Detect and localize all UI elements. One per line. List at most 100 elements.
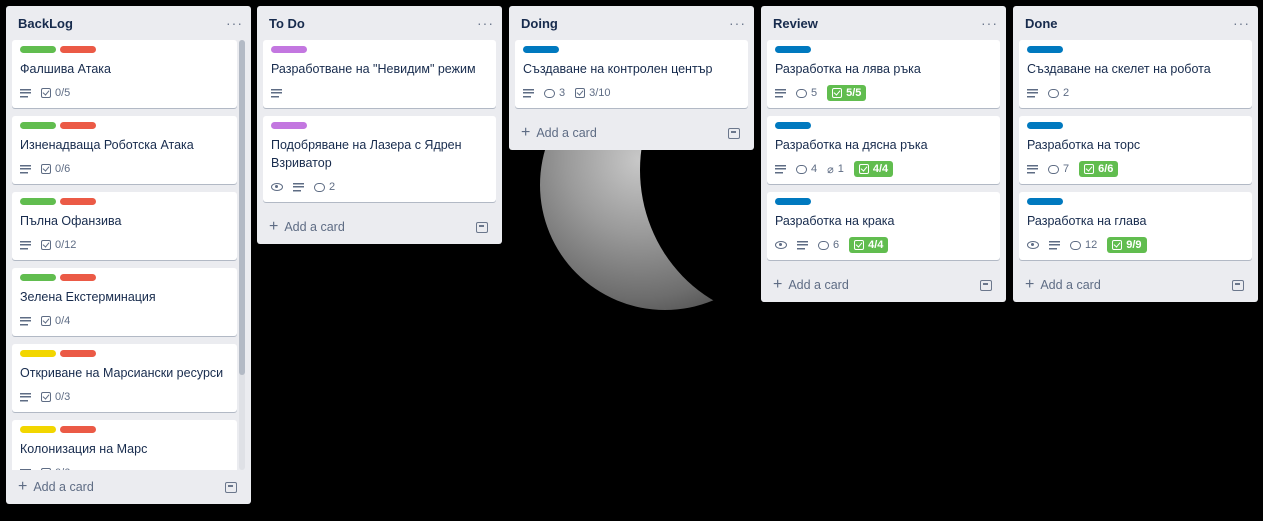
add-card-button[interactable]: + Add a card: [12, 470, 245, 504]
description-icon: [20, 164, 31, 174]
card[interactable]: Разработка на торс 7 6/6: [1019, 116, 1252, 184]
card[interactable]: Разработка на крака 6 4/4: [767, 192, 1000, 260]
checklist-count: 0/6: [55, 163, 71, 175]
card-title: Разработка на лява ръка: [775, 62, 921, 76]
label-yellow[interactable]: [20, 426, 56, 433]
checklist-icon: [832, 88, 843, 98]
card-template-icon[interactable]: [728, 127, 740, 139]
list-title[interactable]: Doing: [521, 16, 558, 31]
card-badges: 4 ⌀ 1 4/4: [775, 158, 992, 180]
checklist-complete-badge: 5/5: [827, 85, 867, 101]
card[interactable]: Откриване на Марсиански ресурси 0/3: [12, 344, 237, 412]
card[interactable]: Изненадваща Роботска Атака 0/6: [12, 116, 237, 184]
label-purple[interactable]: [271, 122, 307, 129]
checklist-badge: 0/3: [41, 391, 70, 403]
list-menu-button[interactable]: ···: [981, 15, 998, 31]
card-title: Разработка на крака: [775, 214, 895, 228]
label-blue[interactable]: [1027, 122, 1063, 129]
plus-icon: +: [18, 478, 28, 495]
label-green[interactable]: [20, 198, 56, 205]
description-icon: [293, 182, 304, 192]
label-red[interactable]: [60, 350, 96, 357]
label-green[interactable]: [20, 122, 56, 129]
label-red[interactable]: [60, 46, 96, 53]
description-icon: [797, 240, 808, 250]
add-card-button[interactable]: + Add a card: [1019, 268, 1252, 302]
comment-icon: [818, 240, 829, 250]
description-badge: [1027, 164, 1038, 174]
card-labels: [20, 350, 229, 358]
card[interactable]: Зелена Екстерминация 0/4: [12, 268, 237, 336]
card[interactable]: Разработване на "Невидим" режим: [263, 40, 496, 108]
checklist-complete-badge: 9/9: [1107, 237, 1147, 253]
card-badges: 7 6/6: [1027, 158, 1244, 180]
add-card-button[interactable]: + Add a card: [263, 210, 496, 244]
description-badge: [523, 88, 534, 98]
card-labels: [20, 426, 229, 434]
card-template-icon[interactable]: [980, 279, 992, 291]
list-title[interactable]: To Do: [269, 16, 305, 31]
list-header: Doing ···: [515, 6, 748, 40]
list-menu-button[interactable]: ···: [729, 15, 746, 31]
card-list: Фалшива Атака 0/5 Изненадваща Роботска Ата…: [12, 40, 245, 470]
label-blue[interactable]: [1027, 198, 1063, 205]
label-green[interactable]: [20, 274, 56, 281]
card[interactable]: Разработка на лява ръка 5 5/5: [767, 40, 1000, 108]
card[interactable]: Фалшива Атака 0/5: [12, 40, 237, 108]
card-template-icon[interactable]: [225, 481, 237, 493]
card[interactable]: Подобряване на Лазера с Ядрен Взриватор 2: [263, 116, 496, 202]
card-badges: [271, 82, 488, 104]
list-menu-button[interactable]: ···: [226, 15, 243, 31]
add-card-left: + Add a card: [18, 479, 94, 495]
label-red[interactable]: [60, 426, 96, 433]
label-blue[interactable]: [775, 122, 811, 129]
label-red[interactable]: [60, 274, 96, 281]
label-blue[interactable]: [775, 198, 811, 205]
card[interactable]: Разработка на глава 12 9/9: [1019, 192, 1252, 260]
checklist-badge: 0/6: [41, 467, 70, 470]
card[interactable]: Създаване на скелет на робота 2: [1019, 40, 1252, 108]
label-blue[interactable]: [523, 46, 559, 53]
card-badges: 12 9/9: [1027, 234, 1244, 256]
checklist-badge: 0/4: [41, 315, 70, 327]
attachment-count: 1: [837, 163, 844, 175]
card-template-icon[interactable]: [1232, 279, 1244, 291]
card-badges: 0/6: [20, 462, 229, 470]
description-badge: [775, 88, 786, 98]
label-yellow[interactable]: [20, 350, 56, 357]
card-labels: [20, 198, 229, 206]
label-green[interactable]: [20, 46, 56, 53]
watch-badge: [271, 183, 283, 191]
card-labels: [775, 46, 992, 54]
add-card-left: + Add a card: [773, 277, 849, 293]
card-template-icon[interactable]: [476, 221, 488, 233]
card[interactable]: Колонизация на Марс 0/6: [12, 420, 237, 470]
label-blue[interactable]: [775, 46, 811, 53]
label-purple[interactable]: [271, 46, 307, 53]
list-title[interactable]: Done: [1025, 16, 1058, 31]
card-badges: 0/4: [20, 310, 229, 332]
comment-icon: [796, 164, 807, 174]
card[interactable]: Разработка на дясна ръка 4 ⌀ 1 4/4: [767, 116, 1000, 184]
card-labels: [20, 122, 229, 130]
add-card-left: + Add a card: [269, 219, 345, 235]
list-title[interactable]: Review: [773, 16, 818, 31]
comments-badge: 3: [544, 87, 565, 99]
comment-count: 3: [559, 87, 566, 99]
label-red[interactable]: [60, 122, 96, 129]
scrollbar-thumb[interactable]: [239, 40, 245, 375]
list-menu-button[interactable]: ···: [1233, 15, 1250, 31]
add-card-button[interactable]: + Add a card: [767, 268, 1000, 302]
add-card-button[interactable]: + Add a card: [515, 116, 748, 150]
list-menu-button[interactable]: ···: [477, 15, 494, 31]
list-title[interactable]: BackLog: [18, 16, 73, 31]
card[interactable]: Създаване на контролен център 3 3/10: [515, 40, 748, 108]
card[interactable]: Пълна Офанзива 0/12: [12, 192, 237, 260]
label-blue[interactable]: [1027, 46, 1063, 53]
label-red[interactable]: [60, 198, 96, 205]
list-scrollbar[interactable]: [239, 40, 245, 470]
description-icon: [20, 316, 31, 326]
card-title: Разработка на торс: [1027, 138, 1141, 152]
description-icon: [1049, 240, 1060, 250]
description-icon: [20, 392, 31, 402]
